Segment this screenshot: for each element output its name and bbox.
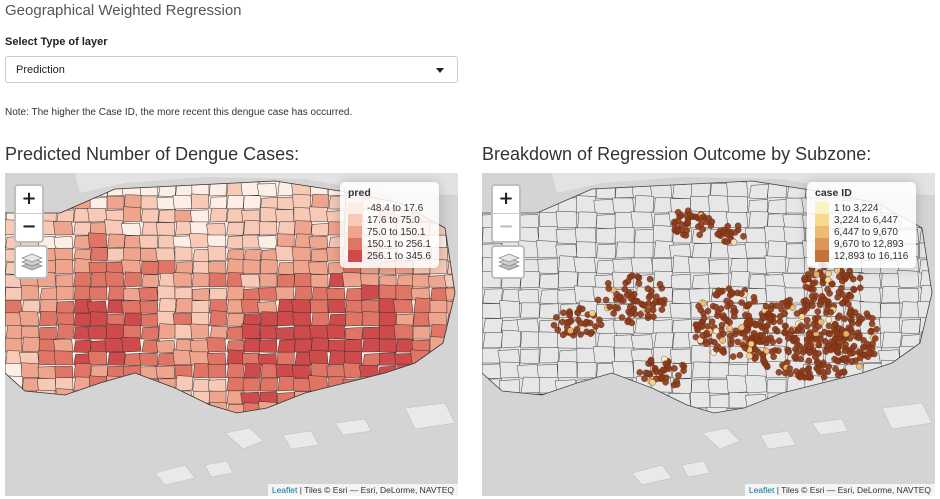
legend-item: 17.6 to 75.0 bbox=[348, 214, 431, 226]
legend-title: pred bbox=[348, 187, 371, 199]
legend-swatch bbox=[815, 202, 829, 214]
layers-button[interactable] bbox=[14, 245, 48, 279]
layer-select-value: Prediction bbox=[16, 64, 65, 76]
zoom-in-button[interactable]: + bbox=[16, 186, 42, 213]
prediction-map[interactable]: + − pred -48.4 to 17.6 17.6 to 75.0 75.0… bbox=[5, 173, 458, 496]
legend-swatch bbox=[815, 250, 829, 262]
note-text: Note: The higher the Case ID, the more r… bbox=[5, 107, 353, 118]
left-map-heading: Predicted Number of Dengue Cases: bbox=[5, 144, 300, 164]
legend-item: 3,224 to 6,447 bbox=[815, 214, 908, 226]
right-map-heading: Breakdown of Regression Outcome by Subzo… bbox=[482, 144, 872, 164]
legend-swatch bbox=[348, 238, 362, 250]
legend-item: 75.0 to 150.1 bbox=[348, 226, 431, 238]
legend-item: 9,670 to 12,893 bbox=[815, 238, 908, 250]
zoom-out-button[interactable]: − bbox=[16, 214, 42, 241]
legend-item: -48.4 to 17.6 bbox=[348, 202, 431, 214]
zoom-control: + − bbox=[14, 184, 44, 243]
case-points-map[interactable]: + − case ID 1 to 3,224 3,224 to 6,447 6,… bbox=[482, 173, 935, 496]
map-attribution: Leaflet | Tiles © Esri — Esri, DeLorme, … bbox=[744, 484, 935, 496]
legend-swatch bbox=[348, 214, 362, 226]
prediction-legend: pred -48.4 to 17.6 17.6 to 75.0 75.0 to … bbox=[340, 182, 439, 268]
layers-button[interactable] bbox=[491, 245, 525, 279]
legend-item: 150.1 to 256.1 bbox=[348, 238, 431, 250]
leaflet-link[interactable]: Leaflet bbox=[272, 485, 298, 495]
legend-swatch bbox=[815, 238, 829, 250]
legend-title: case ID bbox=[815, 187, 852, 199]
legend-swatch bbox=[348, 250, 362, 262]
legend-swatch bbox=[348, 202, 362, 214]
map-attribution: Leaflet | Tiles © Esri — Esri, DeLorme, … bbox=[267, 484, 458, 496]
legend-item: 256.1 to 345.6 bbox=[348, 250, 431, 262]
leaflet-link[interactable]: Leaflet bbox=[749, 485, 775, 495]
layers-icon bbox=[498, 253, 520, 271]
zoom-control: + − bbox=[491, 184, 521, 243]
zoom-in-button[interactable]: + bbox=[493, 186, 519, 213]
legend-item: 12,893 to 16,116 bbox=[815, 250, 908, 262]
legend-item: 1 to 3,224 bbox=[815, 202, 908, 214]
legend-swatch bbox=[815, 226, 829, 238]
layer-select[interactable]: Prediction bbox=[5, 56, 458, 83]
zoom-out-button[interactable]: − bbox=[493, 214, 519, 241]
case-id-legend: case ID 1 to 3,224 3,224 to 6,447 6,447 … bbox=[807, 182, 917, 268]
caret-down-icon[interactable] bbox=[436, 68, 444, 73]
layer-select-label: Select Type of layer bbox=[5, 36, 108, 48]
legend-swatch bbox=[348, 226, 362, 238]
app-title: Geographical Weighted Regression bbox=[5, 2, 242, 19]
legend-item: 6,447 to 9,670 bbox=[815, 226, 908, 238]
legend-swatch bbox=[815, 214, 829, 226]
layers-icon bbox=[21, 253, 43, 271]
